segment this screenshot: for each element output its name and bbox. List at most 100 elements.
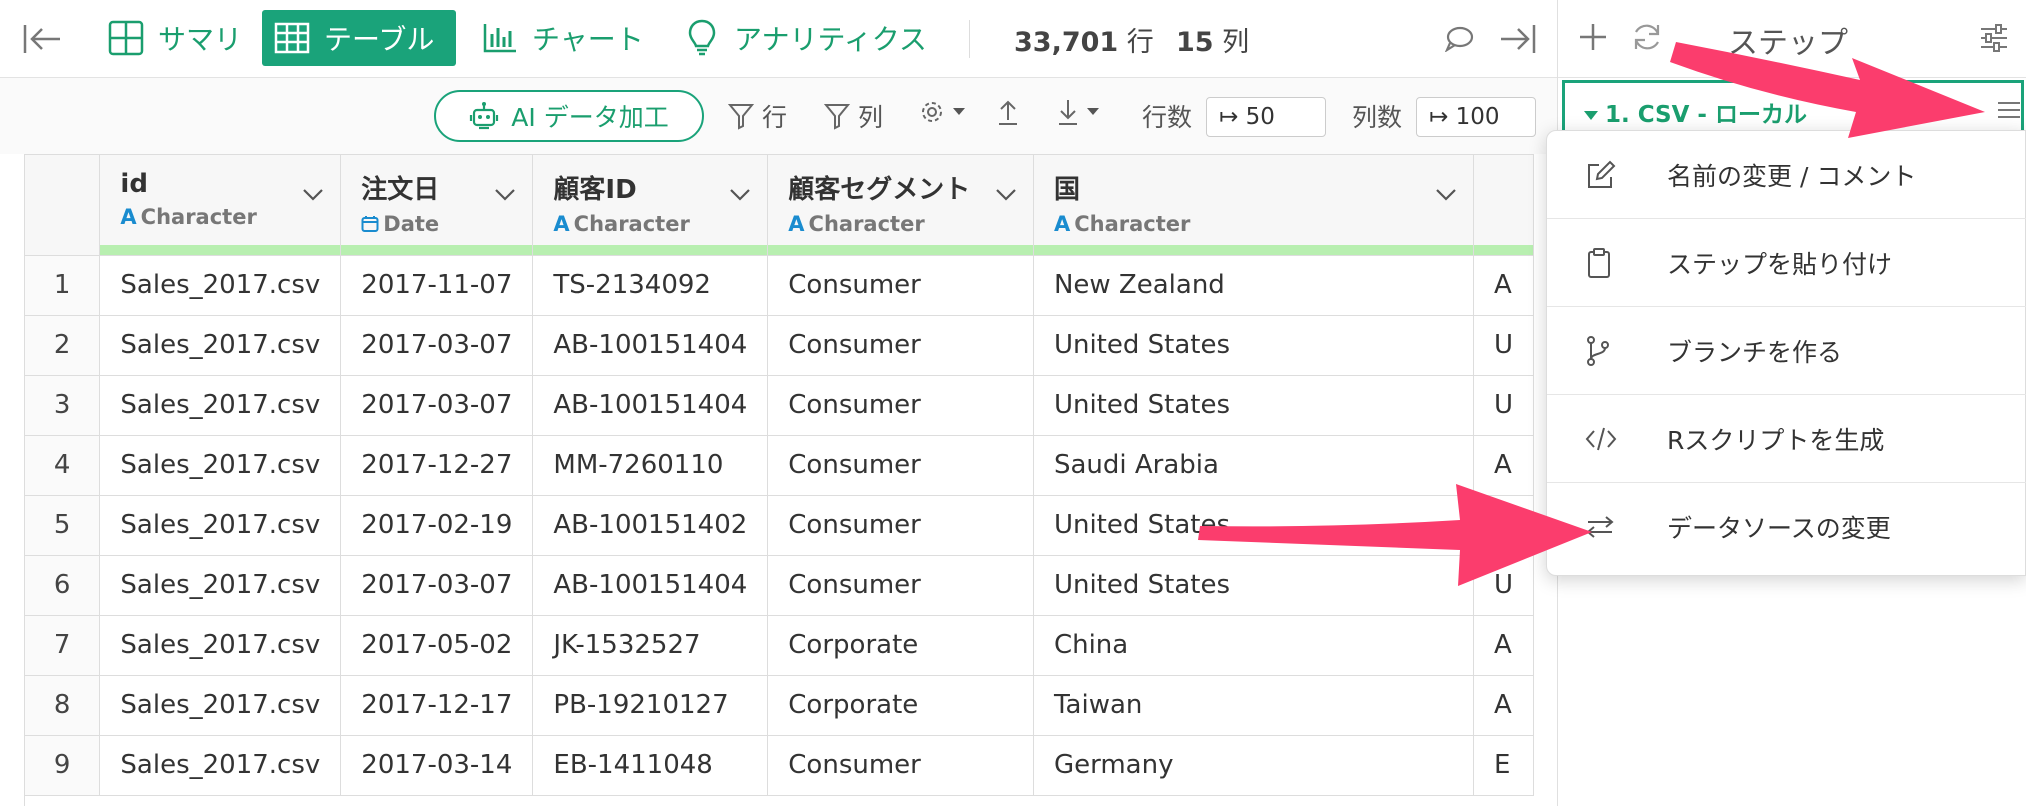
comment-icon[interactable] [1444,24,1474,56]
cell-order-date[interactable]: 2017-05-02 [340,615,534,676]
rows-limit-input[interactable]: ↦ 50 [1206,97,1326,137]
row-filter-button[interactable]: 行 [728,98,787,134]
cell-country[interactable]: China [1033,615,1474,676]
cell-country[interactable]: United States [1033,375,1474,436]
cell-id[interactable]: Sales_2017.csv [99,435,342,496]
cell-order-date[interactable]: 2017-12-17 [340,675,534,736]
cell-customer-id[interactable]: PB-19210127 [532,675,769,736]
cell-next[interactable]: E [1473,735,1534,796]
cell-segment[interactable]: Consumer [767,255,1034,316]
ai-data-wrangling-button[interactable]: AI データ加工 [434,90,704,142]
cell-customer-id[interactable]: AB-100151404 [532,315,769,376]
cell-id[interactable]: Sales_2017.csv [99,375,342,436]
table-row[interactable]: 8 Sales_2017.csv 2017-12-17 PB-19210127 Corp… [25,675,1534,736]
cell-next[interactable]: U [1473,555,1534,616]
cell-customer-id[interactable]: EB-1411048 [532,735,769,796]
step-card[interactable]: 1. CSV - ローカル [1562,80,2024,130]
cell-segment[interactable]: Consumer [767,315,1034,376]
cell-order-date[interactable]: 2017-12-27 [340,435,534,496]
tab-chart[interactable]: チャート [470,10,654,66]
cell-next[interactable]: A [1473,615,1534,676]
cell-country[interactable]: United States [1033,315,1474,376]
collapse-left-icon[interactable] [22,22,64,56]
table-row[interactable]: 1 Sales_2017.csv 2017-11-07 TS-2134092 Consu… [25,255,1534,316]
table-row[interactable]: 2 Sales_2017.csv 2017-03-07 AB-100151404 Con… [25,315,1534,376]
cell-next[interactable]: A [1473,675,1534,736]
settings-dropdown[interactable] [918,98,966,126]
menu-item-change-data-source[interactable]: データソースの変更 [1547,483,2026,571]
hamburger-menu-icon[interactable] [1997,101,2021,123]
cell-country[interactable]: Taiwan [1033,675,1474,736]
cell-order-date[interactable]: 2017-03-14 [340,735,534,796]
cell-segment[interactable]: Corporate [767,675,1034,736]
column-header-customer-id[interactable]: 顧客ID A Character [532,155,769,256]
cell-id[interactable]: Sales_2017.csv [99,255,342,316]
upload-icon[interactable] [996,98,1020,126]
cell-customer-id[interactable]: AB-100151404 [532,375,769,436]
cell-next[interactable]: A [1473,435,1534,496]
cell-segment[interactable]: Corporate [767,615,1034,676]
tab-analytics[interactable]: アナリティクス [672,10,937,66]
table-row[interactable]: 5 Sales_2017.csv 2017-02-19 AB-100151402 Con… [25,495,1534,556]
columns-limit-input[interactable]: ↦ 100 [1416,97,1536,137]
column-header-order-date[interactable]: 注文日 Date [340,155,534,256]
cell-next[interactable]: U [1473,375,1534,436]
cell-id[interactable]: Sales_2017.csv [99,675,342,736]
tab-table[interactable]: テーブル [262,10,456,66]
sliders-icon[interactable] [1978,22,2010,58]
chevron-down-icon[interactable] [494,179,516,209]
table-row[interactable]: 9 Sales_2017.csv 2017-03-14 EB-1411048 Consu… [25,735,1534,796]
cell-id[interactable]: Sales_2017.csv [99,615,342,676]
cell-order-date[interactable]: 2017-11-07 [340,255,534,316]
cell-country[interactable]: Saudi Arabia [1033,435,1474,496]
cell-id[interactable]: Sales_2017.csv [99,495,342,556]
column-filter-button[interactable]: 列 [824,98,883,134]
cell-order-date[interactable]: 2017-03-07 [340,555,534,616]
column-header-country[interactable]: 国 A Character [1033,155,1474,256]
chevron-down-icon[interactable] [1435,179,1457,209]
cell-id[interactable]: Sales_2017.csv [99,555,342,616]
download-dropdown[interactable] [1056,98,1100,126]
menu-item-rename-comment[interactable]: 名前の変更 / コメント [1547,131,2026,219]
cell-order-date[interactable]: 2017-03-07 [340,375,534,436]
table-row[interactable]: 6 Sales_2017.csv 2017-03-07 AB-100151404 Con… [25,555,1534,616]
menu-item-create-branch[interactable]: ブランチを作る [1547,307,2026,395]
table-row[interactable]: 7 Sales_2017.csv 2017-05-02 JK-1532527 Corpo… [25,615,1534,676]
cell-customer-id[interactable]: JK-1532527 [532,615,769,676]
add-step-icon[interactable] [1576,20,1610,58]
menu-item-paste-step[interactable]: ステップを貼り付け [1547,219,2026,307]
chevron-down-icon[interactable] [302,179,324,209]
column-quality-bar [341,244,533,255]
cell-country[interactable]: United States [1033,495,1474,556]
cell-order-date[interactable]: 2017-03-07 [340,315,534,376]
column-header-customer-segment[interactable]: 顧客セグメント A Character [767,155,1034,256]
cell-segment[interactable]: Consumer [767,435,1034,496]
cell-customer-id[interactable]: MM-7260110 [532,435,769,496]
cell-country[interactable]: Germany [1033,735,1474,796]
column-header-id[interactable]: id A Character [99,155,342,256]
cell-next[interactable]: U [1473,315,1534,376]
cell-segment[interactable]: Consumer [767,375,1034,436]
cell-customer-id[interactable]: TS-2134092 [532,255,769,316]
cell-order-date[interactable]: 2017-02-19 [340,495,534,556]
chevron-down-icon[interactable] [995,179,1017,209]
menu-item-generate-r-script[interactable]: Rスクリプトを生成 [1547,395,2026,483]
chevron-down-icon[interactable] [729,179,751,209]
cell-customer-id[interactable]: AB-100151402 [532,495,769,556]
tab-summary[interactable]: サマリ [96,10,252,66]
table-row[interactable]: 4 Sales_2017.csv 2017-12-27 MM-7260110 Consu… [25,435,1534,496]
cell-segment[interactable]: Consumer [767,555,1034,616]
collapse-right-icon[interactable] [1498,22,1538,60]
cell-next[interactable]: U [1473,495,1534,556]
cell-next[interactable]: A [1473,255,1534,316]
refresh-icon[interactable] [1630,20,1664,58]
cell-segment[interactable]: Consumer [767,735,1034,796]
cell-country[interactable]: New Zealand [1033,255,1474,316]
cell-id[interactable]: Sales_2017.csv [99,735,342,796]
cell-id[interactable]: Sales_2017.csv [99,315,342,376]
cell-segment[interactable]: Consumer [767,495,1034,556]
cell-customer-id[interactable]: AB-100151404 [532,555,769,616]
column-header-next[interactable] [1473,155,1534,256]
cell-country[interactable]: United States [1033,555,1474,616]
table-row[interactable]: 3 Sales_2017.csv 2017-03-07 AB-100151404 Con… [25,375,1534,436]
